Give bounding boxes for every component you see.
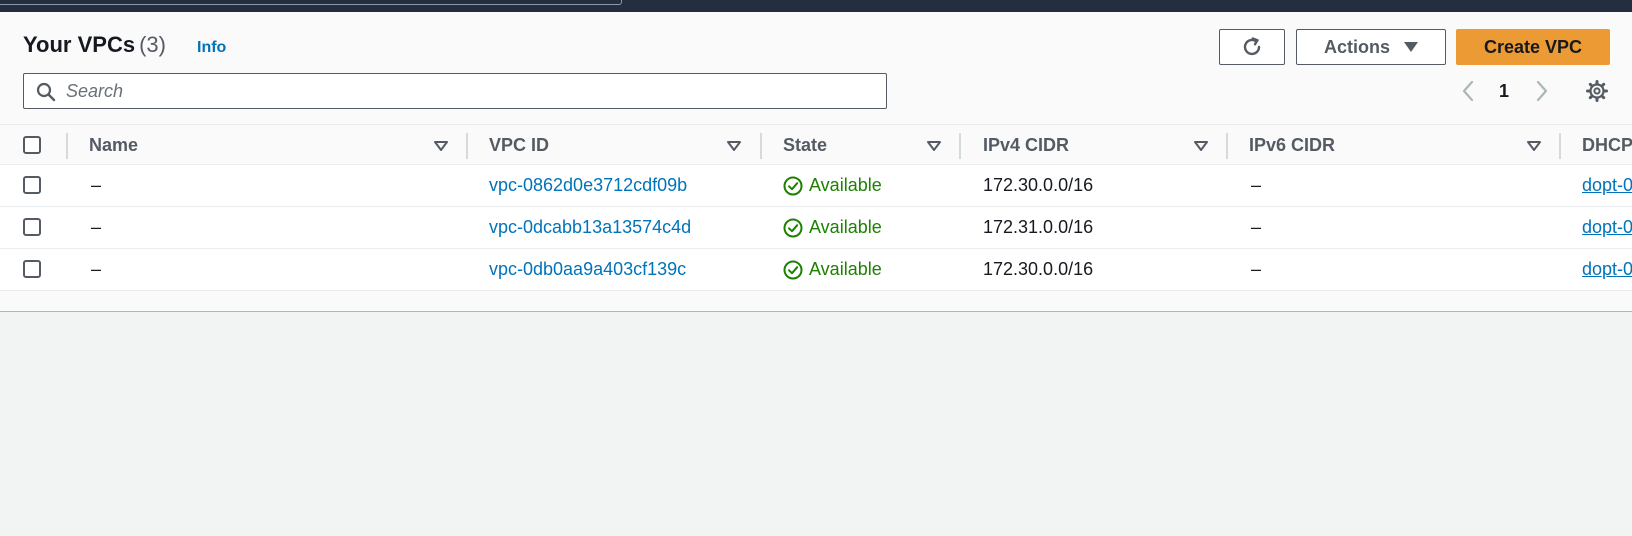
table-row[interactable]: – vpc-0dcabb13a13574c4d Available 172.31… (0, 207, 1632, 249)
cell-vpc-id-link[interactable]: vpc-0dcabb13a13574c4d (489, 207, 691, 248)
page-title: Your VPCs (3) (23, 32, 166, 58)
column-header-ipv6-cidr[interactable]: IPv6 CIDR (1249, 125, 1509, 165)
table-header: Name VPC ID State IPv4 CIDR IPv6 CIDR DH… (0, 124, 1632, 165)
cell-state: Available (783, 249, 882, 290)
table-row[interactable]: – vpc-0db0aa9a403cf139c Available 172.30… (0, 249, 1632, 291)
preferences-button[interactable] (1582, 76, 1612, 106)
column-divider (1226, 133, 1228, 159)
cell-ipv4-cidr: 172.30.0.0/16 (983, 259, 1094, 279)
cell-ipv6-cidr: – (1251, 259, 1262, 279)
sort-filter-icon[interactable] (1194, 141, 1208, 151)
column-header-label: DHCP (1582, 134, 1632, 155)
actions-button[interactable]: Actions (1296, 29, 1446, 65)
column-divider (1559, 133, 1561, 159)
caret-down-icon (1404, 42, 1418, 52)
column-divider (66, 133, 68, 159)
row-checkbox[interactable] (23, 260, 41, 278)
info-link[interactable]: Info (197, 39, 226, 57)
column-header-label: VPC ID (489, 134, 550, 155)
actions-button-label: Actions (1323, 36, 1390, 57)
column-header-state[interactable]: State (783, 125, 923, 165)
cell-vpc-id-link[interactable]: vpc-0db0aa9a403cf139c (489, 249, 686, 290)
cell-ipv6-cidr: – (1251, 217, 1262, 237)
status-success-icon (783, 260, 803, 279)
column-header-label: State (783, 134, 828, 155)
cell-name: – (91, 217, 102, 237)
row-checkbox[interactable] (23, 218, 41, 236)
column-header-name[interactable]: Name (89, 125, 449, 165)
chevron-left-icon (1462, 80, 1474, 102)
state-label: Available (809, 217, 882, 237)
sort-filter-icon[interactable] (927, 141, 941, 151)
current-page-number[interactable]: 1 (1494, 76, 1514, 106)
top-search-field[interactable] (0, 0, 622, 5)
cell-ipv4-cidr: 172.31.0.0/16 (983, 217, 1094, 237)
vpc-list-panel: Your VPCs(3) Info Actions Create VPC 1 (0, 12, 1632, 312)
cell-dhcp-link[interactable]: dopt-0 (1582, 165, 1632, 206)
table-row[interactable]: – vpc-0862d0e3712cdf09b Available 172.30… (0, 165, 1632, 207)
cell-vpc-id-link[interactable]: vpc-0862d0e3712cdf09b (489, 165, 687, 206)
column-divider (760, 133, 762, 159)
cell-dhcp-link[interactable]: dopt-0 (1582, 249, 1632, 290)
cell-state: Available (783, 207, 882, 248)
page-title-text: Your VPCs (23, 32, 136, 57)
search-icon (36, 82, 56, 102)
search-box (23, 73, 887, 109)
refresh-icon (1243, 37, 1261, 56)
next-page-button[interactable] (1530, 76, 1554, 106)
status-success-icon (783, 176, 803, 195)
column-header-label: Name (89, 134, 139, 155)
state-label: Available (809, 175, 882, 195)
top-navigation-bar (0, 0, 1632, 12)
cell-ipv6-cidr: – (1251, 175, 1262, 195)
column-header-dhcp[interactable]: DHCP (1582, 125, 1632, 165)
select-all-checkbox[interactable] (23, 136, 41, 154)
gear-icon (1586, 80, 1608, 102)
column-divider (466, 133, 468, 159)
column-header-label: IPv6 CIDR (1249, 134, 1336, 155)
column-divider (959, 133, 961, 159)
row-checkbox[interactable] (23, 176, 41, 194)
sort-filter-icon[interactable] (727, 141, 741, 151)
cell-ipv4-cidr: 172.30.0.0/16 (983, 175, 1094, 195)
sort-filter-icon[interactable] (1527, 141, 1541, 151)
state-label: Available (809, 259, 882, 279)
refresh-button[interactable] (1219, 29, 1285, 65)
chevron-right-icon (1536, 80, 1548, 102)
cell-name: – (91, 175, 102, 195)
cell-dhcp-link[interactable]: dopt-0 (1582, 207, 1632, 248)
cell-state: Available (783, 165, 882, 206)
status-success-icon (783, 218, 803, 237)
vpc-count: (3) (139, 32, 166, 57)
column-header-label: IPv4 CIDR (983, 134, 1070, 155)
sort-filter-icon[interactable] (434, 141, 448, 151)
column-header-ipv4-cidr[interactable]: IPv4 CIDR (983, 125, 1183, 165)
previous-page-button[interactable] (1456, 76, 1480, 106)
column-header-vpc-id[interactable]: VPC ID (489, 125, 729, 165)
create-vpc-button[interactable]: Create VPC (1456, 29, 1610, 65)
cell-name: – (91, 259, 102, 279)
search-input[interactable] (66, 77, 876, 105)
